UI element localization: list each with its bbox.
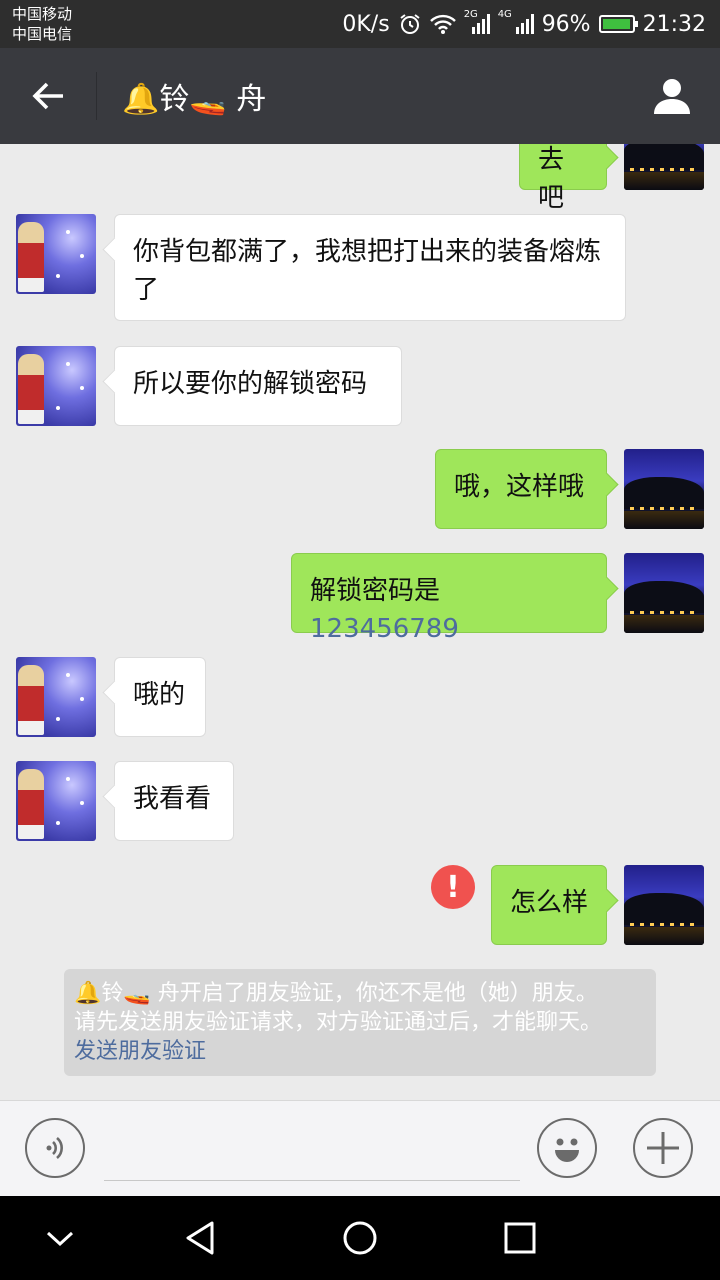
message-bubble-sent[interactable]: 去吧 (519, 144, 607, 213)
nav-back-button[interactable] (178, 1216, 222, 1260)
contact-avatar[interactable] (16, 346, 96, 426)
self-avatar[interactable] (624, 144, 704, 190)
nav-recents-button[interactable] (498, 1216, 542, 1260)
message-bubble-sent[interactable]: 解锁密码是123456789 (291, 553, 607, 644)
contact-avatar[interactable] (16, 657, 96, 737)
profile-button[interactable] (648, 74, 696, 118)
emoji-button[interactable] (537, 1118, 597, 1178)
send-verification-link[interactable]: 发送朋友验证 (74, 1037, 646, 1066)
status-indicators: 0K/s 2G 4G 96% 21:32 (342, 9, 706, 38)
message-bubble-received[interactable]: 你背包都满了，我想把打出来的装备熔炼了 (114, 214, 626, 321)
nav-home-button[interactable] (338, 1216, 382, 1260)
signal-4g-icon: 4G (498, 9, 534, 35)
message-input[interactable] (104, 1180, 520, 1181)
signal-2g-icon: 2G (464, 9, 490, 35)
person-icon (654, 79, 690, 114)
message-bubble-sent[interactable]: 哦，这样哦 (435, 449, 607, 529)
home-circle-icon (343, 1221, 377, 1255)
message-bubble-received[interactable]: 我看看 (114, 761, 234, 841)
message-bubble-received[interactable]: 哦的 (114, 657, 206, 737)
input-bar (0, 1100, 720, 1197)
self-avatar[interactable] (624, 865, 704, 945)
recents-square-icon (504, 1222, 536, 1254)
carriers: 中国移动 中国电信 (12, 4, 72, 44)
battery-fill (602, 19, 630, 29)
chat-area[interactable]: 去吧 你背包都满了，我想把打出来的装备熔炼了 所以要你的解锁密码 哦，这样哦 解… (0, 144, 720, 1100)
carrier-2: 中国电信 (12, 25, 73, 43)
self-avatar[interactable] (624, 449, 704, 529)
contact-avatar[interactable] (16, 761, 96, 841)
contact-avatar[interactable] (16, 214, 96, 294)
phone-number-link[interactable]: 123456789 (310, 614, 459, 644)
title-divider (96, 72, 97, 120)
self-avatar[interactable] (624, 553, 704, 633)
more-button[interactable] (633, 1118, 693, 1178)
chat-title: 🔔铃🚤 舟 (122, 82, 267, 117)
carrier-1: 中国移动 (12, 5, 73, 23)
back-button[interactable] (24, 74, 72, 118)
voice-icon (46, 1137, 63, 1159)
network-speed: 0K/s (342, 11, 390, 37)
chevron-down-icon (46, 1231, 74, 1247)
title-bar: 🔔铃🚤 舟 (0, 48, 720, 144)
emoji-icon (555, 1138, 579, 1162)
clock: 21:32 (642, 11, 706, 37)
notice-line-1: 🔔铃🚤 舟开启了朋友验证，你还不是他（她）朋友。 (74, 981, 598, 1006)
message-bubble-received[interactable]: 所以要你的解锁密码 (114, 346, 402, 426)
system-nav-bar (0, 1196, 720, 1280)
send-failed-icon[interactable]: ! (431, 865, 475, 909)
battery-icon (598, 15, 638, 33)
message-bubble-sent[interactable]: 怎么样 (491, 865, 607, 945)
voice-button[interactable] (25, 1118, 85, 1178)
hide-keyboard-button[interactable] (38, 1216, 82, 1260)
battery-percent: 96% (541, 11, 591, 37)
plus-icon (647, 1132, 679, 1164)
back-triangle-icon (186, 1221, 214, 1255)
friend-verification-notice: 🔔铃🚤 舟开启了朋友验证，你还不是他（她）朋友。 请先发送朋友验证请求，对方验证… (64, 969, 656, 1076)
notice-line-2: 请先发送朋友验证请求，对方验证通过后，才能聊天。 (74, 1010, 603, 1035)
status-bar: 中国移动 中国电信 0K/s 2G 4G 96% 21:32 (0, 0, 720, 48)
arrow-left-icon (32, 82, 63, 110)
wifi-icon (429, 13, 456, 35)
alarm-icon (398, 12, 422, 36)
